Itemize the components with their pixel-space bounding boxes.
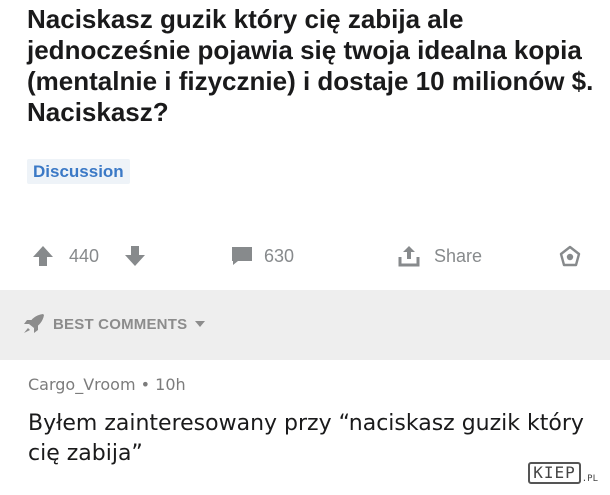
comment-meta[interactable]: Cargo_Vroom • 10h xyxy=(28,375,186,394)
post-title[interactable]: Naciskasz guzik który cię zabija ale jed… xyxy=(27,4,597,128)
post-action-bar: 440 630 Share xyxy=(0,238,610,274)
upvote-button[interactable] xyxy=(32,238,54,274)
chevron-down-icon xyxy=(195,321,206,327)
share-label: Share xyxy=(434,245,483,266)
comment: Cargo_Vroom • 10h Byłem zainteresowany p… xyxy=(0,360,610,495)
post-card: Naciskasz guzik który cię zabija ale jed… xyxy=(0,0,610,290)
rocket-icon xyxy=(24,314,44,333)
award-button[interactable] xyxy=(558,238,582,274)
post-flair[interactable]: Discussion xyxy=(27,159,130,184)
downvote-button[interactable] xyxy=(124,238,146,274)
comment-sort-dropdown[interactable]: BEST COMMENTS xyxy=(22,310,207,338)
downvote-icon xyxy=(125,246,145,266)
comment-body: Byłem zainteresowany przy “naciskasz guz… xyxy=(28,411,584,466)
comments-button[interactable]: 630 xyxy=(230,238,294,274)
award-icon xyxy=(559,245,581,267)
share-button[interactable]: Share xyxy=(397,238,482,274)
watermark-logo: KIEP .PL xyxy=(528,462,598,484)
upvote-icon xyxy=(33,246,53,266)
vote-score: 440 xyxy=(69,245,100,266)
sort-label: BEST COMMENTS xyxy=(53,315,188,333)
share-icon xyxy=(398,246,420,267)
comment-icon xyxy=(232,247,252,265)
watermark-suffix: .PL xyxy=(581,474,598,484)
comments-count: 630 xyxy=(264,245,295,266)
watermark-main: KIEP xyxy=(528,462,581,484)
